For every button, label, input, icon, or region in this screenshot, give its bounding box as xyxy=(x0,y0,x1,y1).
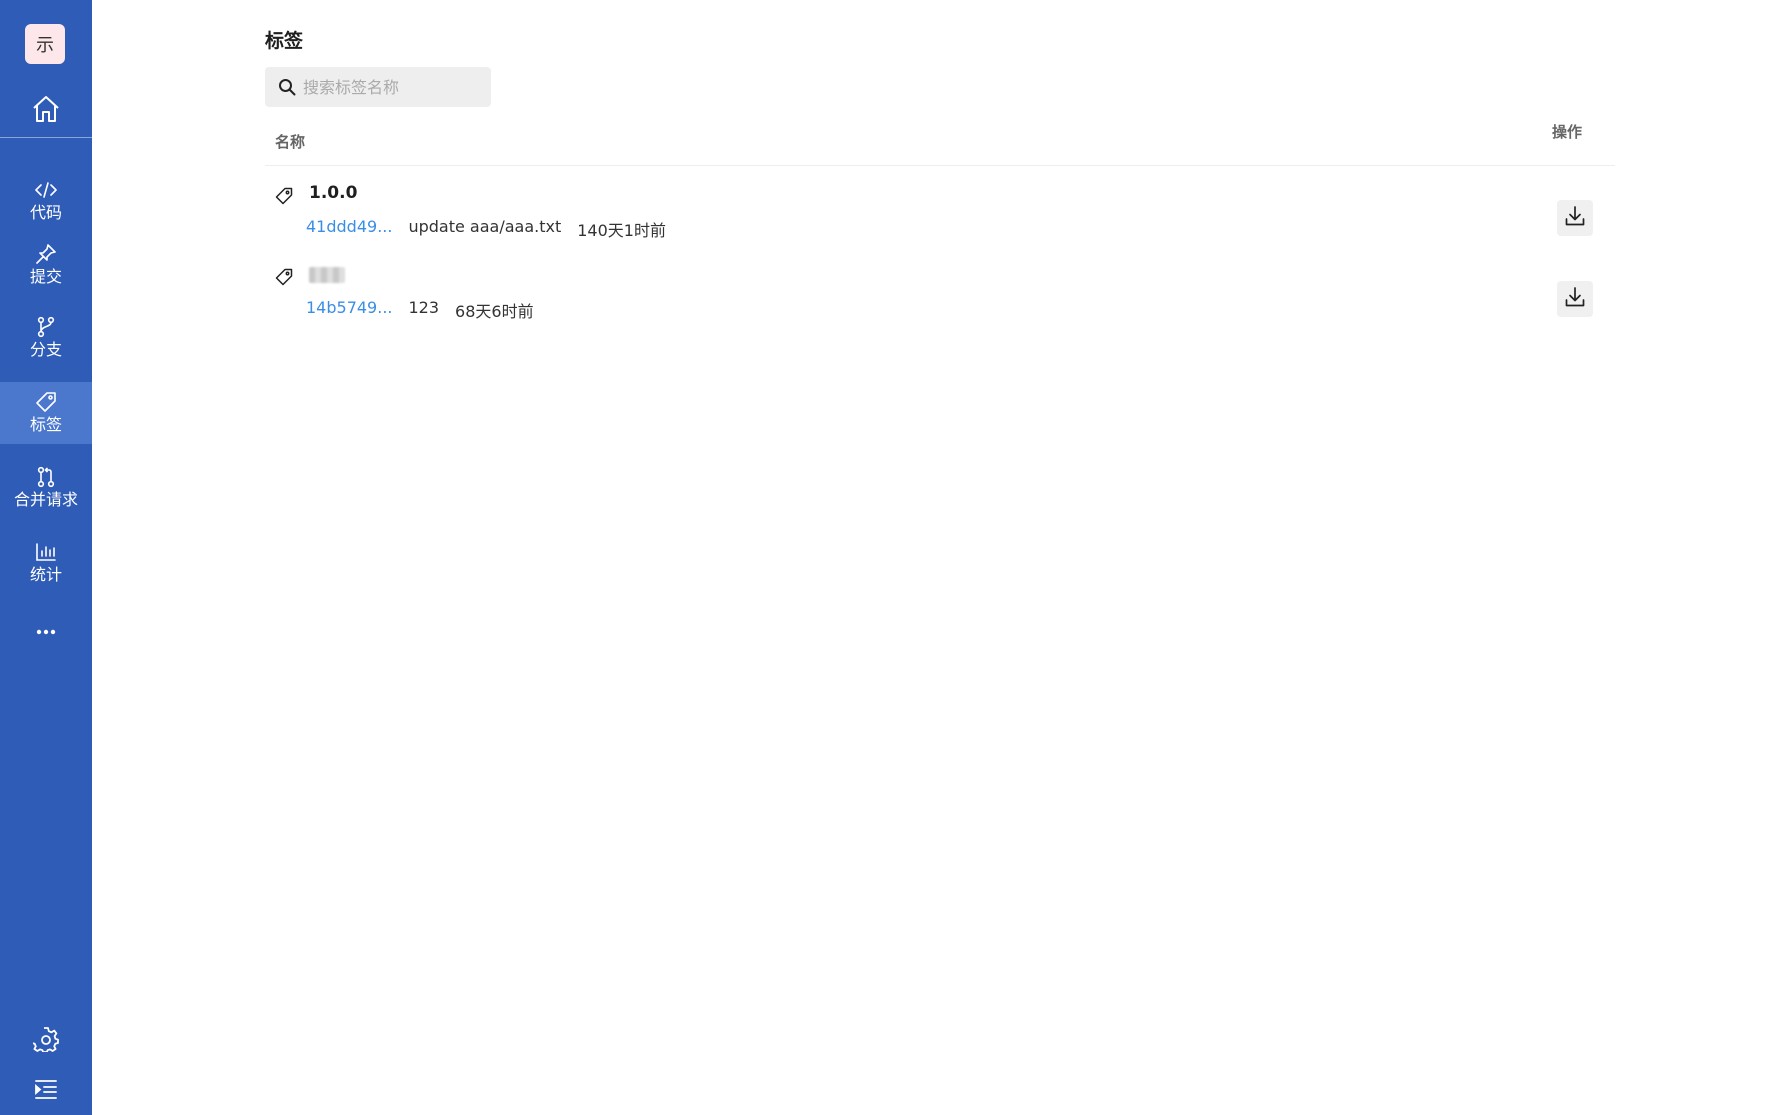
download-icon xyxy=(1564,286,1586,312)
sidebar-item-statistics[interactable]: 统计 xyxy=(0,532,92,594)
code-icon xyxy=(35,179,57,201)
home-button[interactable] xyxy=(0,88,92,134)
indent-icon xyxy=(34,1079,58,1103)
commit-message: 123 xyxy=(408,298,440,317)
tag-name[interactable]: 1.0.0 xyxy=(309,183,357,203)
sidebar-item-label: 分支 xyxy=(29,340,62,359)
search-box[interactable] xyxy=(265,67,491,107)
download-button[interactable] xyxy=(1557,281,1593,317)
commit-sha-link[interactable]: 41ddd49... xyxy=(306,217,392,241)
bar-chart-icon xyxy=(35,541,57,563)
sidebar-item-label: 代码 xyxy=(29,203,62,222)
merge-request-icon xyxy=(37,466,55,488)
download-button[interactable] xyxy=(1557,200,1593,236)
column-header-actions: 操作 xyxy=(1552,123,1583,141)
search-icon xyxy=(278,78,296,96)
search-input[interactable] xyxy=(303,77,483,97)
tag-commit-meta: 41ddd49... update aaa/aaa.txt 140天1时前 xyxy=(306,217,666,241)
gear-icon xyxy=(31,1026,59,1056)
page-title: 标签 xyxy=(265,30,304,52)
sidebar-item-label: 统计 xyxy=(29,565,62,584)
branch-icon xyxy=(37,316,55,338)
ellipsis-icon xyxy=(36,620,56,639)
collapse-sidebar-button[interactable] xyxy=(0,1076,92,1106)
sidebar-item-code[interactable]: 代码 xyxy=(0,170,92,232)
tag-icon xyxy=(275,187,293,205)
settings-button[interactable] xyxy=(0,1026,92,1056)
app: 示 代码 提交 分支 标签 合并请求 统计 标签 搜索标签名称 名称 操作 1.… xyxy=(0,0,1785,1115)
sidebar: 示 代码 提交 分支 标签 合并请求 统计 xyxy=(0,0,92,1115)
sidebar-item-label: 合并请求 xyxy=(13,490,78,509)
column-header-name: 名称 xyxy=(275,133,306,151)
sidebar-item-branches[interactable]: 分支 xyxy=(0,307,92,369)
table-row: 14b5749... 123 68天6时前 xyxy=(265,258,1615,328)
more-button[interactable] xyxy=(0,618,92,640)
tag-name-redacted[interactable] xyxy=(309,267,345,283)
tag-icon xyxy=(275,268,293,286)
commit-message: update aaa/aaa.txt xyxy=(408,217,562,236)
sidebar-item-label: 提交 xyxy=(29,267,62,286)
commit-time: 140天1时前 xyxy=(577,221,666,240)
pin-icon xyxy=(36,243,56,265)
tag-icon xyxy=(35,391,57,413)
table-row: 1.0.0 41ddd49... update aaa/aaa.txt 140天… xyxy=(265,177,1615,247)
sidebar-item-tags[interactable]: 标签 xyxy=(0,382,92,444)
commit-sha-link[interactable]: 14b5749... xyxy=(306,298,393,322)
sidebar-item-commits[interactable]: 提交 xyxy=(0,234,92,296)
tag-commit-meta: 14b5749... 123 68天6时前 xyxy=(306,298,534,322)
home-icon xyxy=(30,93,62,129)
download-icon xyxy=(1564,205,1586,231)
table-header-divider xyxy=(265,165,1615,166)
sidebar-item-label: 标签 xyxy=(29,415,62,434)
avatar[interactable]: 示 xyxy=(25,24,65,64)
sidebar-divider xyxy=(0,137,92,138)
sidebar-item-merge-requests[interactable]: 合并请求 xyxy=(0,457,92,519)
commit-time: 68天6时前 xyxy=(455,302,534,321)
